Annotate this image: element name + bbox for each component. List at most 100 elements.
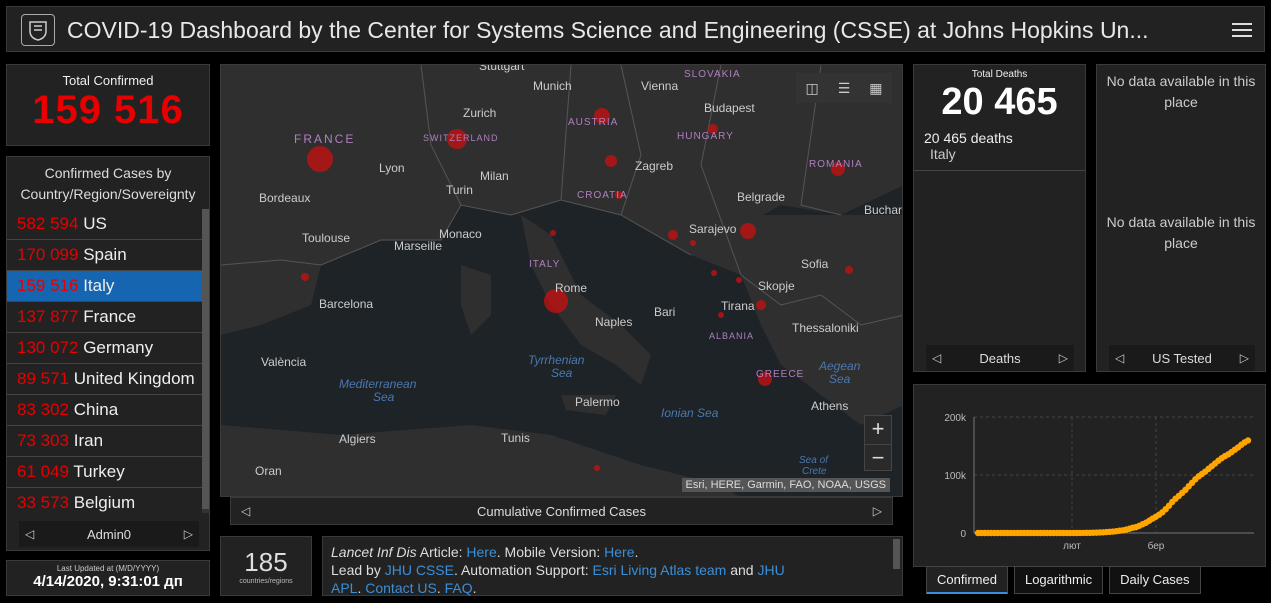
info-scrollbar[interactable] (893, 539, 900, 569)
map-label: Rome (555, 281, 588, 295)
prev-arrow-icon[interactable]: ◁ (1115, 351, 1124, 365)
tab-logarithmic[interactable]: Logarithmic (1013, 566, 1104, 594)
country-name: France (83, 307, 137, 326)
bookmark-icon[interactable]: ◫ (805, 80, 818, 97)
esri-link[interactable]: Esri Living Atlas team (592, 562, 726, 578)
info-text: . Mobile Version: (496, 544, 605, 560)
faq-link[interactable]: FAQ (445, 580, 473, 596)
map-label: Oran (255, 464, 282, 478)
total-deaths-label: Total Deaths (971, 69, 1028, 80)
zoom-out-button[interactable]: − (865, 444, 891, 472)
jhu-link[interactable]: JHU (757, 562, 784, 578)
country-list-item[interactable]: 73 303 Iran (7, 426, 203, 457)
zoom-in-button[interactable]: + (865, 416, 891, 444)
map-label: València (261, 355, 307, 369)
country-name: Italy (83, 276, 115, 295)
mobile-link[interactable]: Here (604, 544, 634, 560)
tested-pager: ◁ US Tested ▷ (1109, 345, 1255, 371)
country-list-panel: Confirmed Cases by Country/Region/Sovere… (6, 156, 210, 551)
last-updated-label: Last Updated at (M/D/YYYY) (56, 564, 160, 573)
map-labels: Stuttgart Munich Vienna SLOVAKIA FRANCE … (221, 65, 902, 496)
confirmed-chart-panel: 0 100k 200k лют бер (913, 384, 1266, 567)
prev-arrow-icon[interactable]: ◁ (25, 527, 34, 541)
map-label: Aegean (819, 359, 861, 373)
country-list-item[interactable]: 170 099 Spain (7, 240, 203, 271)
next-arrow-icon[interactable]: ▷ (1059, 351, 1068, 365)
map-label: Lyon (379, 161, 405, 175)
basemap-grid-icon[interactable]: ▦ (869, 80, 882, 97)
header-bar: COVID-19 Dashboard by the Center for Sys… (6, 6, 1265, 52)
country-list-item[interactable]: 159 516 Italy (7, 271, 203, 302)
data-point (1244, 437, 1252, 444)
map-label: Sea (829, 372, 851, 386)
hamburger-menu-icon[interactable] (1232, 19, 1252, 39)
map-attribution: Esri, HERE, Garmin, FAO, NOAA, USGS (681, 478, 890, 492)
country-name: United Kingdom (73, 369, 195, 388)
divider (914, 170, 1085, 171)
country-list-item[interactable]: 582 594 US (7, 209, 203, 240)
deaths-pager: ◁ Deaths ▷ (926, 345, 1074, 371)
map-label: Barcelona (319, 297, 374, 311)
map-label: SLOVAKIA (684, 69, 741, 80)
deaths-location: Italy (930, 146, 956, 162)
map-label: Zurich (463, 106, 497, 120)
prev-arrow-icon[interactable]: ◁ (241, 504, 250, 518)
country-list-item[interactable]: 137 877 France (7, 302, 203, 333)
pager-label: Admin0 (86, 526, 132, 542)
contact-link[interactable]: Contact US (365, 580, 437, 596)
confirmed-chart: 0 100k 200k лют бер (944, 413, 1254, 552)
map-label: Naples (595, 315, 633, 329)
info-text: . Automation Support: (453, 562, 593, 578)
legend-list-icon[interactable]: ☰ (838, 80, 851, 97)
x-tick-label: лют (1063, 541, 1081, 552)
y-tick-label: 0 (960, 529, 966, 540)
country-name: US (83, 214, 107, 233)
last-updated-value: 4/14/2020, 9:31:01 дп (33, 573, 183, 590)
map-label: Crete (802, 466, 827, 477)
map-label: Milan (480, 169, 509, 183)
map-footer-label: Cumulative Confirmed Cases (476, 503, 647, 519)
total-deaths-panel: Total Deaths 20 465 20 465 deaths Italy … (913, 64, 1086, 372)
country-count: 137 877 (17, 307, 79, 326)
next-arrow-icon[interactable]: ▷ (1240, 351, 1249, 365)
countries-count-label: countries/regions (239, 578, 293, 585)
info-text: . (436, 580, 445, 596)
map-label: FRANCE (294, 132, 356, 146)
y-tick-label: 200k (944, 413, 967, 424)
prev-arrow-icon[interactable]: ◁ (932, 351, 941, 365)
country-list-pager: ◁ Admin0 ▷ (19, 521, 199, 547)
next-arrow-icon[interactable]: ▷ (184, 527, 193, 541)
no-data-message: No data available in this place (1106, 214, 1256, 251)
info-panel: Lancet Inf Dis Article: Here. Mobile Ver… (322, 536, 903, 596)
tab-confirmed[interactable]: Confirmed (926, 566, 1008, 594)
map-label: Sea (373, 390, 395, 404)
map-label: Algiers (339, 432, 376, 446)
scrollbar-thumb[interactable] (202, 209, 209, 509)
tab-daily-cases[interactable]: Daily Cases (1109, 566, 1201, 594)
country-count: 83 302 (17, 400, 69, 419)
jhu-csse-link[interactable]: JHU CSSE (385, 562, 454, 578)
map-label: AUSTRIA (568, 117, 619, 128)
country-list-item[interactable]: 130 072 Germany (7, 333, 203, 364)
article-link[interactable]: Here (466, 544, 496, 560)
map-label: Palermo (575, 395, 620, 409)
country-list-item[interactable]: 61 049 Turkey (7, 457, 203, 488)
country-list-item[interactable]: 33 573 Belgium (7, 488, 203, 513)
map-view[interactable]: Stuttgart Munich Vienna SLOVAKIA FRANCE … (220, 64, 903, 497)
map-label: ALBANIA (709, 331, 755, 341)
map-label: Tyrrhenian (528, 353, 585, 367)
country-list-heading: Confirmed Cases by Country/Region/Sovere… (20, 165, 196, 202)
country-count: 89 571 (17, 369, 69, 388)
x-tick-label: бер (1148, 540, 1165, 552)
map-label: Sofia (801, 257, 829, 271)
pager-label: US Tested (1152, 350, 1212, 366)
country-name: Iran (73, 431, 104, 450)
country-list-item[interactable]: 89 571 United Kingdom (7, 364, 203, 395)
map-label: Bordeaux (259, 191, 311, 205)
next-arrow-icon[interactable]: ▷ (873, 504, 882, 518)
country-list-item[interactable]: 83 302 China (7, 395, 203, 426)
map-label: HUNGARY (677, 131, 734, 142)
chart-tabs: Confirmed Logarithmic Daily Cases (926, 566, 1207, 594)
apl-link[interactable]: APL (331, 580, 357, 596)
map-label: Tunis (501, 431, 530, 445)
